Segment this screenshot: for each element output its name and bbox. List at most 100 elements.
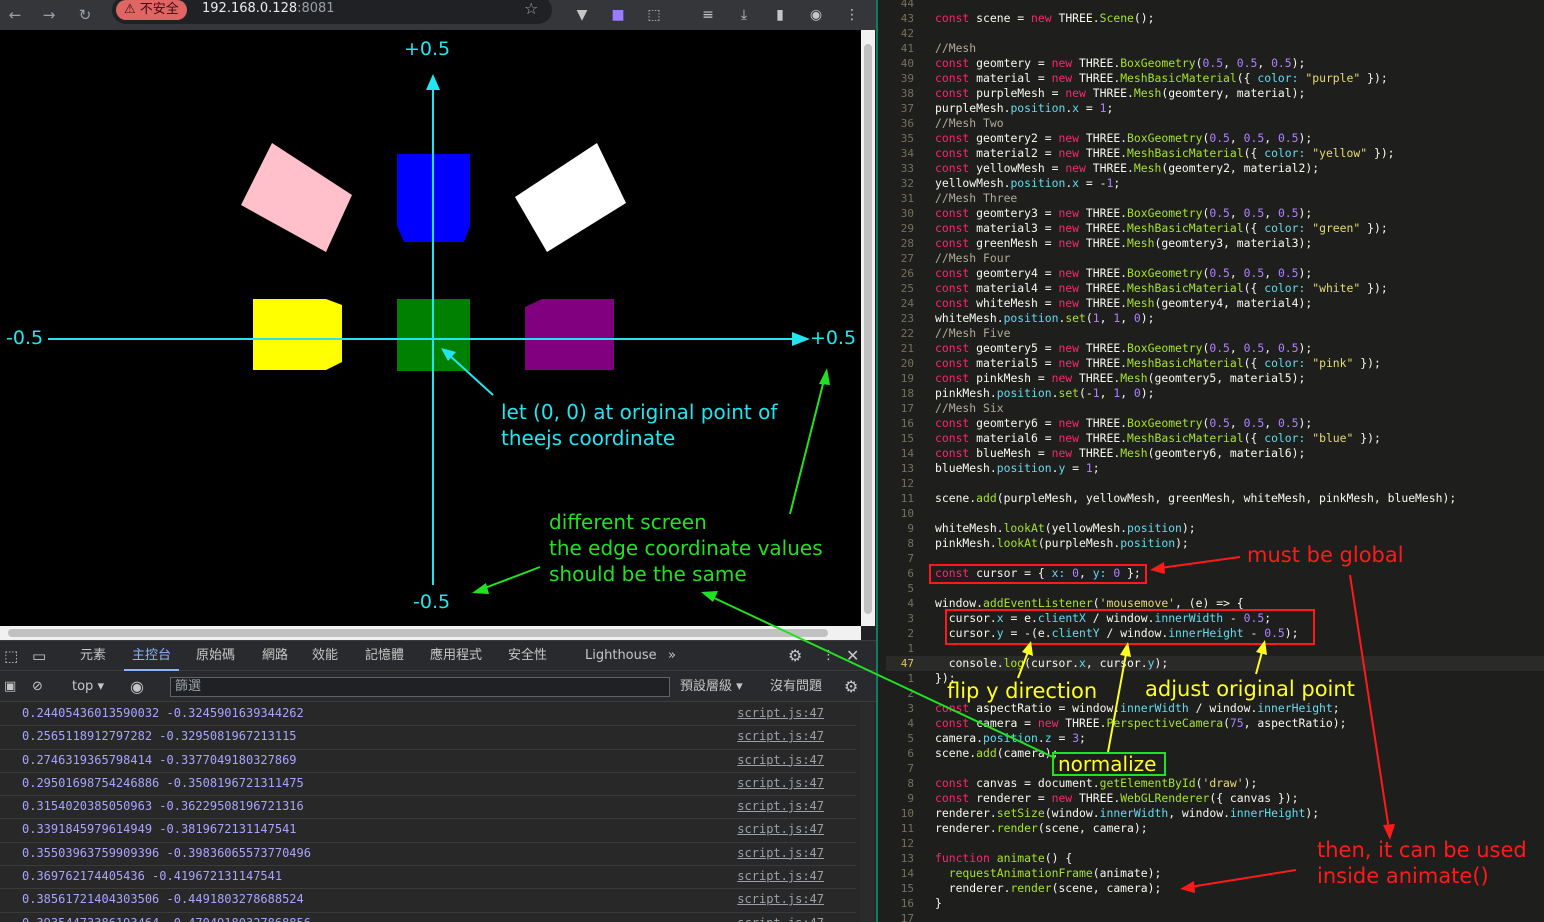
- console-filter-input[interactable]: 篩選: [170, 677, 670, 697]
- code-line[interactable]: 9 const renderer = new THREE.WebGLRendere…: [886, 791, 1544, 806]
- console-log-source-link[interactable]: script.js:47: [737, 799, 824, 813]
- download-icon[interactable]: ⤓: [734, 5, 754, 25]
- tab-network[interactable]: 網路: [262, 641, 288, 671]
- tab-lighthouse[interactable]: Lighthouse: [585, 641, 657, 671]
- code-line[interactable]: 5 camera.position.z = 3;: [886, 731, 1544, 746]
- insecure-badge[interactable]: ⚠ 不安全: [116, 0, 187, 20]
- clear-console-icon[interactable]: ⊘: [32, 672, 43, 702]
- extension-purple-icon[interactable]: ■: [608, 5, 628, 25]
- console-log-source-link[interactable]: script.js:47: [737, 916, 824, 922]
- code-line[interactable]: 27 //Mesh Four: [886, 251, 1544, 266]
- code-line[interactable]: 19 const pinkMesh = new THREE.Mesh(geomte…: [886, 371, 1544, 386]
- code-line[interactable]: 17: [886, 911, 1544, 922]
- more-options-icon[interactable]: ⋮: [822, 641, 835, 671]
- code-line[interactable]: 7: [886, 761, 1544, 776]
- console-log-source-link[interactable]: script.js:47: [737, 776, 824, 790]
- console-scrollbar[interactable]: [860, 703, 874, 922]
- code-line[interactable]: 6 scene.add(camera);: [886, 746, 1544, 761]
- code-line[interactable]: 22 //Mesh Five: [886, 326, 1544, 341]
- code-line[interactable]: 35 const geomtery2 = new THREE.BoxGeometr…: [886, 131, 1544, 146]
- code-line[interactable]: 37 purpleMesh.position.x = 1;: [886, 101, 1544, 116]
- console-log-source-link[interactable]: script.js:47: [737, 729, 824, 743]
- code-line[interactable]: 38 const purpleMesh = new THREE.Mesh(geom…: [886, 86, 1544, 101]
- threejs-canvas[interactable]: +0.5 -0.5 -0.5 +0.5 let (0, 0) at origin…: [0, 30, 861, 626]
- sidebar-toggle-icon[interactable]: ▣: [4, 672, 16, 702]
- code-line[interactable]: 30 const geomtery3 = new THREE.BoxGeometr…: [886, 206, 1544, 221]
- menu-kebab-icon[interactable]: ⋮: [842, 5, 862, 25]
- tab-security[interactable]: 安全性: [508, 641, 547, 671]
- context-select[interactable]: top ▾: [72, 672, 104, 702]
- code-line[interactable]: 17 //Mesh Six: [886, 401, 1544, 416]
- console-log-source-link[interactable]: script.js:47: [737, 846, 824, 860]
- code-line[interactable]: 43 const scene = new THREE.Scene();: [886, 11, 1544, 26]
- code-line[interactable]: 3 const aspectRatio = window.innerWidth /…: [886, 701, 1544, 716]
- code-line[interactable]: 14 const blueMesh = new THREE.Mesh(geomte…: [886, 446, 1544, 461]
- code-line[interactable]: 28 const greenMesh = new THREE.Mesh(geomt…: [886, 236, 1544, 251]
- code-line[interactable]: 8 pinkMesh.lookAt(purpleMesh.position);: [886, 536, 1544, 551]
- console-log-source-link[interactable]: script.js:47: [737, 892, 824, 906]
- code-line[interactable]: 9 whiteMesh.lookAt(yellowMesh.position);: [886, 521, 1544, 536]
- code-line[interactable]: 18 pinkMesh.position.set(-1, 1, 0);: [886, 386, 1544, 401]
- tab-memory[interactable]: 記憶體: [365, 641, 404, 671]
- tab-elements[interactable]: 元素: [80, 641, 106, 671]
- code-editor[interactable]: 44 43 const scene = new THREE.Scene(); 42 41…: [886, 0, 1544, 922]
- code-line[interactable]: 40 const geomtery = new THREE.BoxGeometry…: [886, 56, 1544, 71]
- code-line[interactable]: 16 const geomtery6 = new THREE.BoxGeometr…: [886, 416, 1544, 431]
- code-line[interactable]: 16}: [886, 896, 1544, 911]
- code-line[interactable]: 13 blueMesh.position.y = 1;: [886, 461, 1544, 476]
- code-line[interactable]: 33 const yellowMesh = new THREE.Mesh(geom…: [886, 161, 1544, 176]
- console-log-source-link[interactable]: script.js:47: [737, 753, 824, 767]
- code-line[interactable]: 23 whiteMesh.position.set(1, 1, 0);: [886, 311, 1544, 326]
- code-line[interactable]: 10 renderer.setSize(window.innerWidth, wi…: [886, 806, 1544, 821]
- code-line[interactable]: 21 const geomtery5 = new THREE.BoxGeometr…: [886, 341, 1544, 356]
- code-line[interactable]: 34 const material2 = new THREE.MeshBasicM…: [886, 146, 1544, 161]
- code-line[interactable]: 4 const camera = new THREE.PerspectiveCam…: [886, 716, 1544, 731]
- viewport-vertical-scrollbar[interactable]: [861, 30, 875, 626]
- code-line[interactable]: 32 yellowMesh.position.x = -1;: [886, 176, 1544, 191]
- issues-counter[interactable]: 沒有問題: [770, 672, 822, 702]
- code-line[interactable]: 29 const material3 = new THREE.MeshBasicM…: [886, 221, 1544, 236]
- code-line[interactable]: 24 const whiteMesh = new THREE.Mesh(geomt…: [886, 296, 1544, 311]
- code-line[interactable]: 8 const canvas = document.getElementById(…: [886, 776, 1544, 791]
- code-line[interactable]: 31 //Mesh Three: [886, 191, 1544, 206]
- code-line[interactable]: 44: [886, 0, 1544, 11]
- code-line[interactable]: 39 const material = new THREE.MeshBasicMa…: [886, 71, 1544, 86]
- scrollbar-thumb[interactable]: [864, 44, 872, 614]
- viewport-horizontal-scrollbar[interactable]: [0, 626, 861, 640]
- address-bar[interactable]: ⚠ 不安全 192.168.0.128:8081 ☆: [112, 0, 552, 24]
- tab-application[interactable]: 應用程式: [430, 641, 482, 671]
- console-settings-gear-icon[interactable]: ⚙: [844, 672, 858, 702]
- code-line[interactable]: 36 //Mesh Two: [886, 116, 1544, 131]
- device-toolbar-icon[interactable]: ▭: [32, 641, 46, 671]
- more-tabs-icon[interactable]: »: [668, 641, 676, 671]
- extension-v-icon[interactable]: ▼: [572, 5, 592, 25]
- scrollbar-thumb[interactable]: [8, 629, 828, 637]
- code-line[interactable]: 10: [886, 506, 1544, 521]
- console-log-source-link[interactable]: script.js:47: [737, 706, 824, 720]
- bookmark-star-icon[interactable]: ☆: [524, 0, 538, 18]
- code-line[interactable]: 42: [886, 26, 1544, 41]
- side-panel-icon[interactable]: ▮: [770, 5, 790, 25]
- live-expression-eye-icon[interactable]: ◉: [130, 672, 144, 702]
- reload-icon[interactable]: ↻: [74, 4, 96, 26]
- log-levels-dropdown[interactable]: 預設層級 ▾: [680, 672, 743, 702]
- settings-gear-icon[interactable]: ⚙: [788, 641, 802, 671]
- code-line[interactable]: 11 renderer.render(scene, camera);: [886, 821, 1544, 836]
- console-log-source-link[interactable]: script.js:47: [737, 822, 824, 836]
- tab-sources[interactable]: 原始碼: [196, 641, 235, 671]
- extensions-puzzle-icon[interactable]: ⬚: [644, 5, 664, 25]
- tab-console[interactable]: 主控台: [124, 641, 180, 671]
- code-line[interactable]: 41 //Mesh: [886, 41, 1544, 56]
- profile-avatar-icon[interactable]: ◉: [806, 5, 826, 25]
- code-line[interactable]: 47 console.log(cursor.x, cursor.y);: [886, 656, 1544, 671]
- code-line[interactable]: 26 const geomtery4 = new THREE.BoxGeometr…: [886, 266, 1544, 281]
- back-icon[interactable]: ←: [4, 4, 26, 26]
- forward-icon[interactable]: →: [38, 4, 60, 26]
- tab-performance[interactable]: 效能: [312, 641, 338, 671]
- code-line[interactable]: 25 const material4 = new THREE.MeshBasicM…: [886, 281, 1544, 296]
- close-devtools-icon[interactable]: ✕: [846, 641, 859, 671]
- reading-list-icon[interactable]: ≡: [698, 5, 718, 25]
- split-divider[interactable]: [876, 0, 886, 922]
- inspect-element-icon[interactable]: ⬚: [4, 641, 18, 671]
- console-log-source-link[interactable]: script.js:47: [737, 869, 824, 883]
